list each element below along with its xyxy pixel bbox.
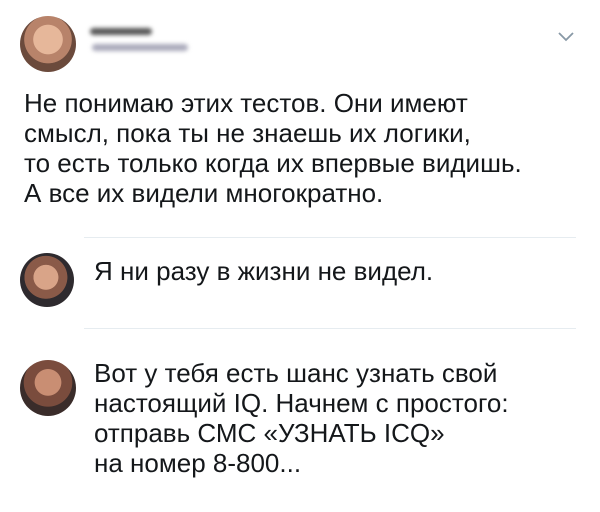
divider xyxy=(84,328,576,329)
reply-2-text: Вот у тебя есть шанс узнать свой настоящ… xyxy=(94,358,509,478)
tweet-author-handle[interactable] xyxy=(92,44,188,51)
divider xyxy=(84,237,576,238)
tweet-text: Не понимаю этих тестов. Они имеют смысл,… xyxy=(24,88,522,208)
reply-1-avatar[interactable] xyxy=(20,253,74,307)
tweet-author-name[interactable] xyxy=(90,28,152,35)
reply-1-text: Я ни разу в жизни не видел. xyxy=(94,256,434,286)
reply-2-avatar[interactable] xyxy=(20,360,76,416)
tweet-author-avatar[interactable] xyxy=(20,16,76,72)
chevron-down-icon[interactable] xyxy=(557,30,575,44)
